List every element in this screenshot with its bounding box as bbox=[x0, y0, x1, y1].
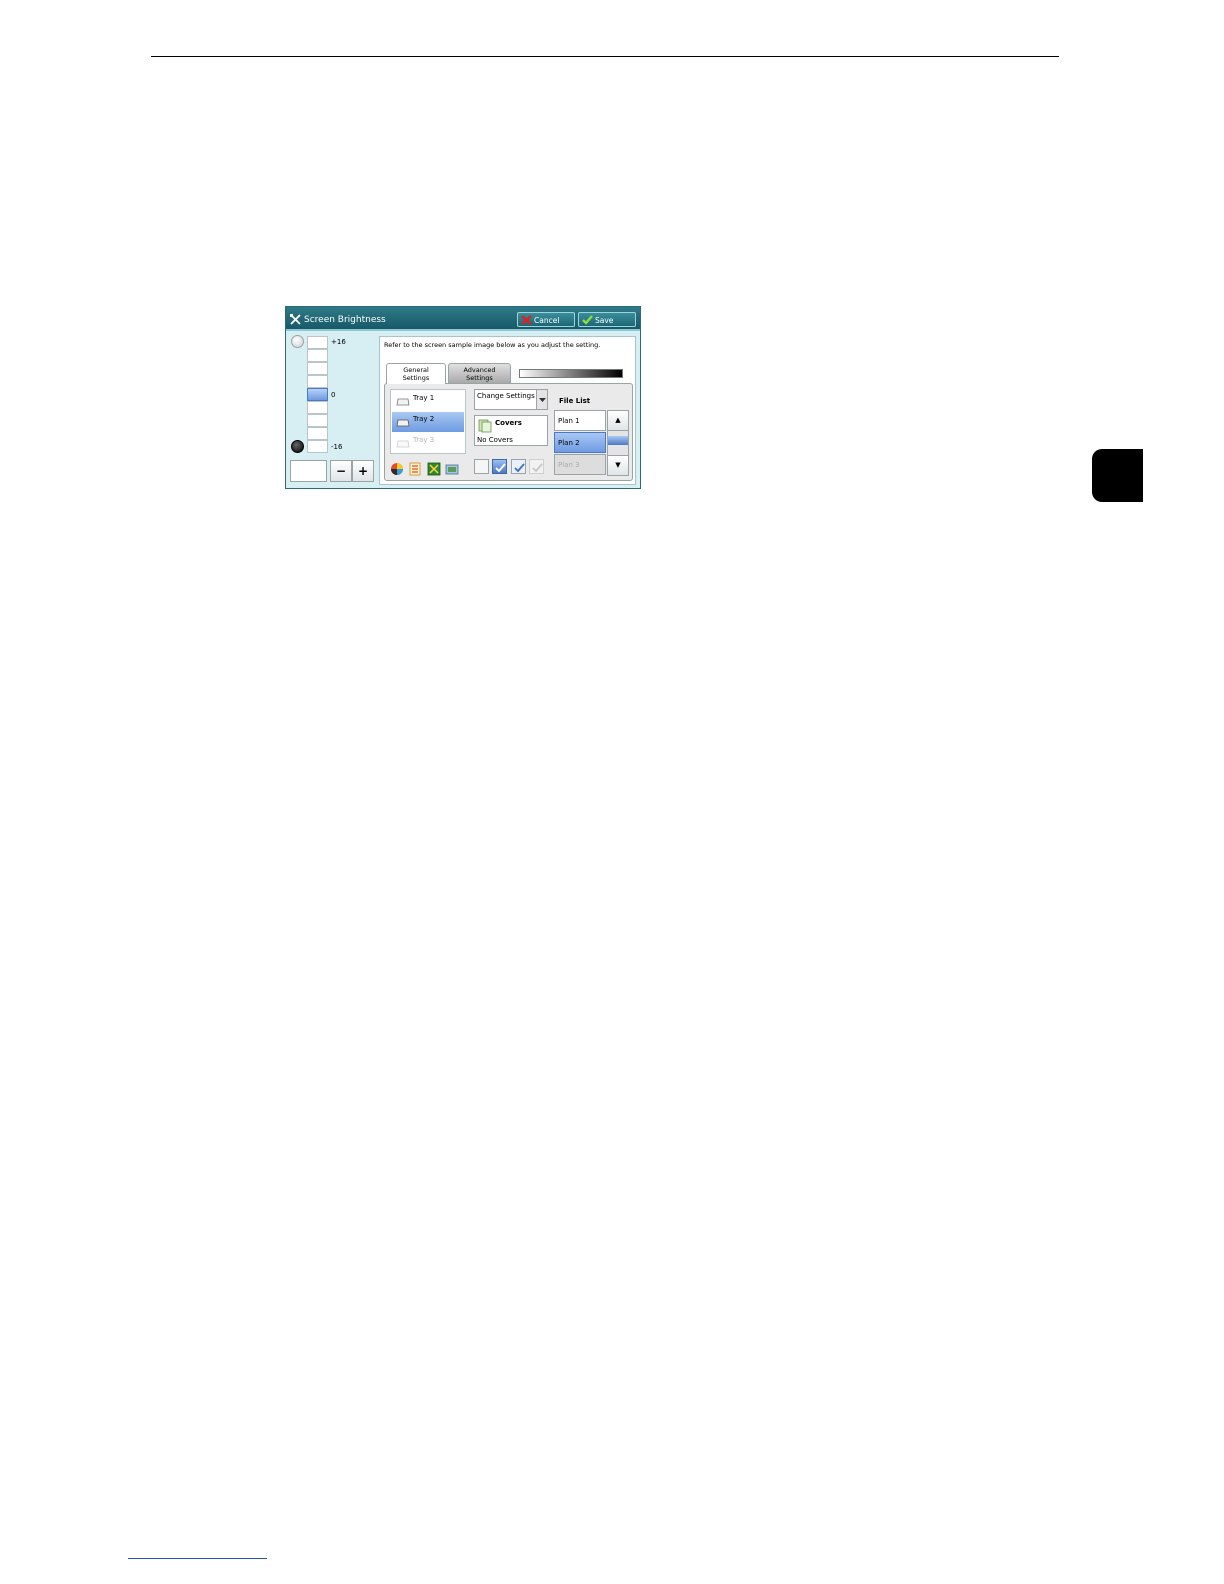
tray-label: Tray 1 bbox=[413, 394, 435, 402]
tab-label-line2: Settings bbox=[402, 374, 430, 382]
level-step[interactable] bbox=[307, 336, 328, 349]
tray-icon bbox=[396, 440, 410, 448]
level-step[interactable] bbox=[307, 427, 328, 440]
covers-icon bbox=[478, 419, 492, 433]
level-value-field[interactable] bbox=[290, 460, 327, 482]
decrease-button[interactable]: − bbox=[330, 460, 352, 482]
tray-label: Tray 3 bbox=[413, 436, 435, 444]
scroll-up-button[interactable]: ▲ bbox=[607, 410, 629, 431]
level-step[interactable] bbox=[307, 375, 328, 388]
level-step-current[interactable] bbox=[307, 388, 328, 401]
checkbox-checked-highlight[interactable] bbox=[492, 459, 507, 474]
level-max-label: +16 bbox=[331, 338, 346, 346]
tab-general-settings[interactable]: General Settings bbox=[386, 363, 446, 384]
document-list-icon[interactable] bbox=[408, 462, 422, 476]
checkmark-icon bbox=[532, 463, 543, 473]
cancel-button[interactable]: Cancel bbox=[517, 312, 575, 327]
level-step[interactable] bbox=[307, 362, 328, 375]
level-min-label: -16 bbox=[331, 443, 343, 451]
scroll-thumb[interactable] bbox=[608, 436, 628, 445]
tools-icon bbox=[290, 314, 301, 325]
scroll-down-button[interactable]: ▼ bbox=[607, 455, 629, 476]
chevron-down-icon bbox=[536, 390, 547, 409]
file-label: Plan 1 bbox=[558, 417, 580, 425]
level-step[interactable] bbox=[307, 440, 328, 453]
checkmark-icon bbox=[495, 463, 506, 473]
sample-preview-panel: Refer to the screen sample image below a… bbox=[379, 336, 636, 485]
tray-item-1[interactable]: Tray 1 bbox=[392, 391, 464, 411]
tab-label-line1: Advanced bbox=[463, 366, 496, 374]
change-settings-label: Change Settings bbox=[477, 392, 535, 400]
covers-button[interactable]: Covers No Covers bbox=[474, 415, 548, 446]
tray-icon bbox=[396, 419, 410, 427]
close-icon bbox=[521, 315, 532, 325]
save-button[interactable]: Save bbox=[578, 312, 636, 327]
tab-label-line1: General bbox=[403, 366, 429, 374]
chapter-tab bbox=[1092, 449, 1143, 502]
scan-photo-icon[interactable] bbox=[445, 462, 459, 476]
checkbox-disabled[interactable] bbox=[529, 459, 544, 474]
level-step[interactable] bbox=[307, 401, 328, 414]
level-step[interactable] bbox=[307, 349, 328, 362]
checkbox-unchecked[interactable] bbox=[474, 459, 489, 474]
increase-button[interactable]: + bbox=[352, 460, 374, 482]
checkmark-icon bbox=[514, 463, 525, 473]
tab-content: Tray 1 Tray 2 Tray 3 Change Settings Cov… bbox=[384, 383, 633, 481]
tab-advanced-settings[interactable]: Advanced Settings bbox=[448, 363, 511, 383]
file-list-label: File List bbox=[559, 397, 591, 405]
cancel-label: Cancel bbox=[534, 316, 560, 325]
footer-link-underline bbox=[128, 1558, 267, 1559]
file-item-1[interactable]: Plan 1 bbox=[554, 410, 606, 431]
file-item-2[interactable]: Plan 2 bbox=[554, 432, 606, 453]
screen-brightness-dialog: Screen Brightness Cancel Save +16 0 -16 … bbox=[285, 306, 641, 489]
image-quality-icon[interactable] bbox=[427, 462, 441, 476]
header-rule bbox=[151, 56, 1059, 57]
change-settings-dropdown[interactable]: Change Settings bbox=[474, 389, 548, 410]
covers-title: Covers bbox=[495, 419, 522, 427]
tray-icon bbox=[396, 398, 410, 406]
checkbox-checked[interactable] bbox=[511, 459, 526, 474]
tray-item-3[interactable]: Tray 3 bbox=[392, 433, 464, 453]
save-label: Save bbox=[595, 316, 614, 325]
dialog-titlebar: Screen Brightness Cancel Save bbox=[286, 307, 640, 331]
level-step[interactable] bbox=[307, 414, 328, 427]
file-label: Plan 2 bbox=[558, 439, 580, 447]
tab-label-line2: Settings bbox=[466, 374, 493, 382]
color-wheel-icon[interactable] bbox=[390, 462, 404, 476]
file-list-scrollbar: ▲ ▼ bbox=[607, 410, 629, 476]
file-label: Plan 3 bbox=[558, 461, 580, 469]
file-item-3[interactable]: Plan 3 bbox=[554, 454, 606, 475]
tray-item-2[interactable]: Tray 2 bbox=[392, 412, 464, 432]
level-mid-label: 0 bbox=[331, 391, 336, 399]
checkmark-icon bbox=[582, 315, 593, 325]
dialog-title: Screen Brightness bbox=[304, 315, 386, 325]
file-list: Plan 1 Plan 2 Plan 3 bbox=[554, 410, 606, 476]
brightness-dark-icon bbox=[291, 440, 304, 453]
sample-caption: Refer to the screen sample image below a… bbox=[384, 341, 601, 349]
covers-value: No Covers bbox=[477, 436, 513, 444]
brightness-light-icon bbox=[291, 335, 304, 348]
tray-label: Tray 2 bbox=[413, 415, 435, 423]
tray-list: Tray 1 Tray 2 Tray 3 bbox=[390, 389, 466, 454]
gray-scale-gradient bbox=[519, 369, 623, 378]
scroll-track[interactable] bbox=[607, 431, 629, 455]
